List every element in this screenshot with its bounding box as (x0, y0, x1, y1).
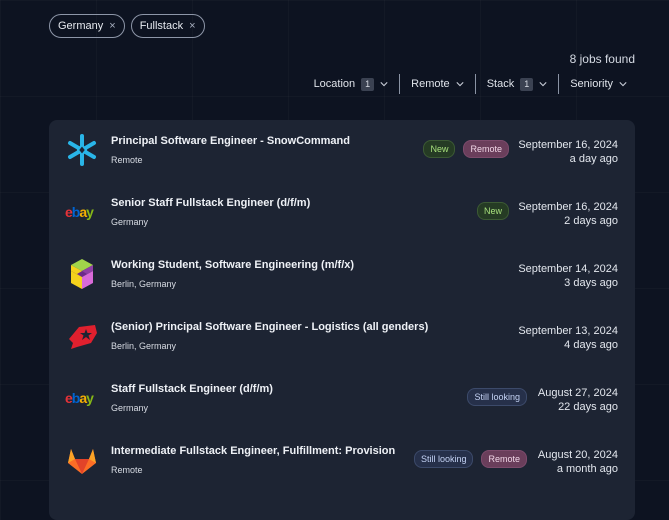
ebay-logo: ebay (65, 195, 99, 229)
job-location: Remote (111, 465, 143, 475)
job-location: Berlin, Germany (111, 279, 177, 289)
job-date: September 14, 2024 3 days ago (518, 262, 618, 290)
ebay-logo: ebay (65, 381, 99, 415)
chip-label: Germany (58, 20, 104, 32)
remote-badge: Remote (463, 140, 509, 158)
job-date: September 16, 2024 2 days ago (518, 200, 618, 228)
posted-date: September 16, 2024 (518, 201, 618, 213)
job-tags: Still looking Remote (413, 450, 527, 468)
job-list: Principal Software Engineer - SnowComman… (49, 120, 635, 520)
still-looking-badge: Still looking (467, 388, 527, 406)
job-row[interactable]: Working Student, Software Engineering (m… (49, 244, 635, 306)
still-looking-badge: Still looking (413, 450, 474, 468)
job-location: Remote (111, 155, 143, 165)
chip-germany[interactable]: Germany × (49, 14, 125, 38)
posted-ago: 2 days ago (564, 215, 618, 227)
svg-text:ebay: ebay (65, 390, 94, 406)
remote-badge: Remote (481, 450, 527, 468)
job-row[interactable]: (Senior) Principal Software Engineer - L… (49, 306, 635, 368)
filter-stack[interactable]: Stack 1 (486, 77, 548, 91)
job-title[interactable]: Intermediate Fullstack Engineer, Fulfill… (111, 445, 395, 457)
filter-label: Stack (486, 78, 515, 90)
filter-bar: Location 1 Remote Stack 1 Seniority (314, 74, 627, 94)
job-title[interactable]: Staff Fullstack Engineer (d/f/m) (111, 383, 273, 395)
filter-label: Remote (411, 78, 450, 90)
results-count: 8 jobs found (569, 52, 635, 66)
posted-ago: 22 days ago (558, 401, 618, 413)
posted-ago: a month ago (556, 463, 618, 475)
job-title[interactable]: (Senior) Principal Software Engineer - L… (111, 321, 428, 333)
divider (474, 74, 476, 94)
job-location: Germany (111, 217, 149, 227)
filter-remote[interactable]: Remote (411, 78, 464, 90)
snowflake-logo (65, 133, 99, 167)
svg-text:ebay: ebay (65, 204, 94, 220)
job-title[interactable]: Working Student, Software Engineering (m… (111, 259, 354, 271)
cube-logo (65, 257, 99, 291)
job-date: August 27, 2024 22 days ago (538, 386, 618, 414)
job-title[interactable]: Senior Staff Fullstack Engineer (d/f/m) (111, 197, 310, 209)
filter-count-badge: 1 (361, 77, 375, 91)
divider (399, 74, 401, 94)
job-location: Berlin, Germany (111, 341, 177, 351)
job-date: September 16, 2024 a day ago (518, 138, 618, 166)
divider (558, 74, 560, 94)
posted-date: August 27, 2024 (537, 387, 618, 399)
new-badge: New (423, 140, 456, 158)
filter-seniority[interactable]: Seniority (570, 78, 627, 90)
close-icon[interactable]: × (109, 20, 115, 32)
posted-ago: 3 days ago (564, 277, 618, 289)
posted-date: September 16, 2024 (518, 139, 618, 151)
posted-date: September 13, 2024 (518, 325, 618, 337)
filter-label: Location (313, 78, 356, 90)
filter-label: Seniority (570, 78, 613, 90)
chevron-down-icon (619, 82, 627, 87)
job-tags: Still looking (467, 388, 527, 406)
gitlab-logo (65, 443, 99, 477)
chevron-down-icon (456, 82, 464, 87)
close-icon[interactable]: × (189, 20, 195, 32)
new-badge: New (476, 202, 509, 220)
posted-ago: 4 days ago (564, 339, 618, 351)
chip-label: Fullstack (139, 20, 184, 32)
posted-ago: a day ago (569, 153, 618, 165)
job-tags: New Remote (423, 140, 509, 158)
job-date: August 20, 2024 a month ago (538, 448, 618, 476)
job-location: Germany (111, 403, 149, 413)
job-tags: New (476, 202, 509, 220)
job-title[interactable]: Principal Software Engineer - SnowComman… (111, 135, 350, 147)
job-date: September 13, 2024 4 days ago (518, 324, 618, 352)
chevron-down-icon (380, 82, 388, 87)
filter-location[interactable]: Location 1 (313, 77, 389, 91)
posted-date: September 14, 2024 (518, 263, 618, 275)
job-row[interactable]: Intermediate Fullstack Engineer, Fulfill… (49, 430, 635, 492)
chip-fullstack[interactable]: Fullstack × (130, 14, 205, 38)
chevron-down-icon (539, 82, 547, 87)
posted-date: August 20, 2024 (537, 449, 618, 461)
filter-count-badge: 1 (520, 77, 534, 91)
active-filter-chips: Germany × Fullstack × (49, 14, 205, 38)
job-row[interactable]: Principal Software Engineer - SnowComman… (49, 120, 635, 182)
job-row[interactable]: ebay Senior Staff Fullstack Engineer (d/… (49, 182, 635, 244)
delivery-hero-logo (65, 319, 99, 353)
job-row[interactable]: ebay Staff Fullstack Engineer (d/f/m) Ge… (49, 368, 635, 430)
